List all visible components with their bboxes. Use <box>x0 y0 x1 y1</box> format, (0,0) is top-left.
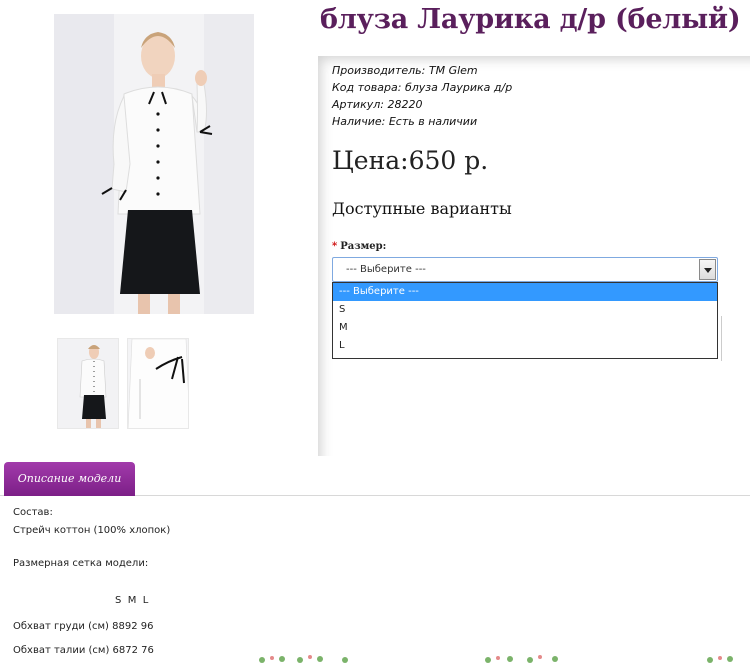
sku-value: 28220 <box>387 98 423 111</box>
size-label-text: Размер: <box>340 241 387 252</box>
code-value: блуза Лаурика д/р <box>404 81 513 94</box>
code-row: Код товара: блуза Лаурика д/р <box>332 79 512 96</box>
product-thumbnail-detail[interactable] <box>127 338 189 429</box>
decorative-footer-border <box>259 655 733 663</box>
tab-description[interactable]: Описание модели <box>4 462 135 496</box>
manufacturer-label: Производитель: <box>332 64 426 77</box>
availability-value: Есть в наличии <box>388 115 478 128</box>
sku-row: Артикул: 28220 <box>332 96 512 113</box>
product-price: Цена:650 р. <box>332 146 489 175</box>
availability-row: Наличие: Есть в наличии <box>332 113 512 130</box>
product-thumbnail-front[interactable] <box>57 338 119 429</box>
sku-label: Артикул: <box>332 98 384 111</box>
size-select-value: --- Выберите --- <box>346 264 426 275</box>
size-option-m[interactable]: M <box>333 319 717 337</box>
product-meta: Производитель: TM Glem Код товара: блуза… <box>332 62 512 130</box>
size-grid-header: S M L <box>115 595 149 606</box>
size-option-l[interactable]: L <box>333 337 717 355</box>
size-option-s[interactable]: S <box>333 301 717 319</box>
product-main-image[interactable] <box>54 14 254 314</box>
chest-row: Обхват груди (см) 8892 96 <box>13 621 154 632</box>
size-label: * Размер: <box>332 241 386 252</box>
availability-label: Наличие: <box>332 115 386 128</box>
chevron-down-icon[interactable] <box>699 259 716 280</box>
composition-label: Состав: <box>13 507 53 518</box>
panel-edge <box>718 316 722 361</box>
variants-heading: Доступные варианты <box>332 199 512 218</box>
manufacturer-row: Производитель: TM Glem <box>332 62 512 79</box>
product-title: блуза Лаурика д/р (белый) <box>320 4 741 35</box>
size-dropdown-list[interactable]: --- Выберите --- S M L <box>332 282 718 359</box>
size-select[interactable]: --- Выберите --- <box>332 257 718 282</box>
required-mark: * <box>332 241 338 252</box>
size-grid-label: Размерная сетка модели: <box>13 558 149 569</box>
product-info-panel: Производитель: TM Glem Код товара: блуза… <box>318 56 750 456</box>
code-label: Код товара: <box>332 81 402 94</box>
manufacturer-link[interactable]: TM Glem <box>429 64 478 77</box>
composition-value: Стрейч коттон (100% хлопок) <box>13 525 171 536</box>
size-option-placeholder[interactable]: --- Выберите --- <box>333 283 717 301</box>
